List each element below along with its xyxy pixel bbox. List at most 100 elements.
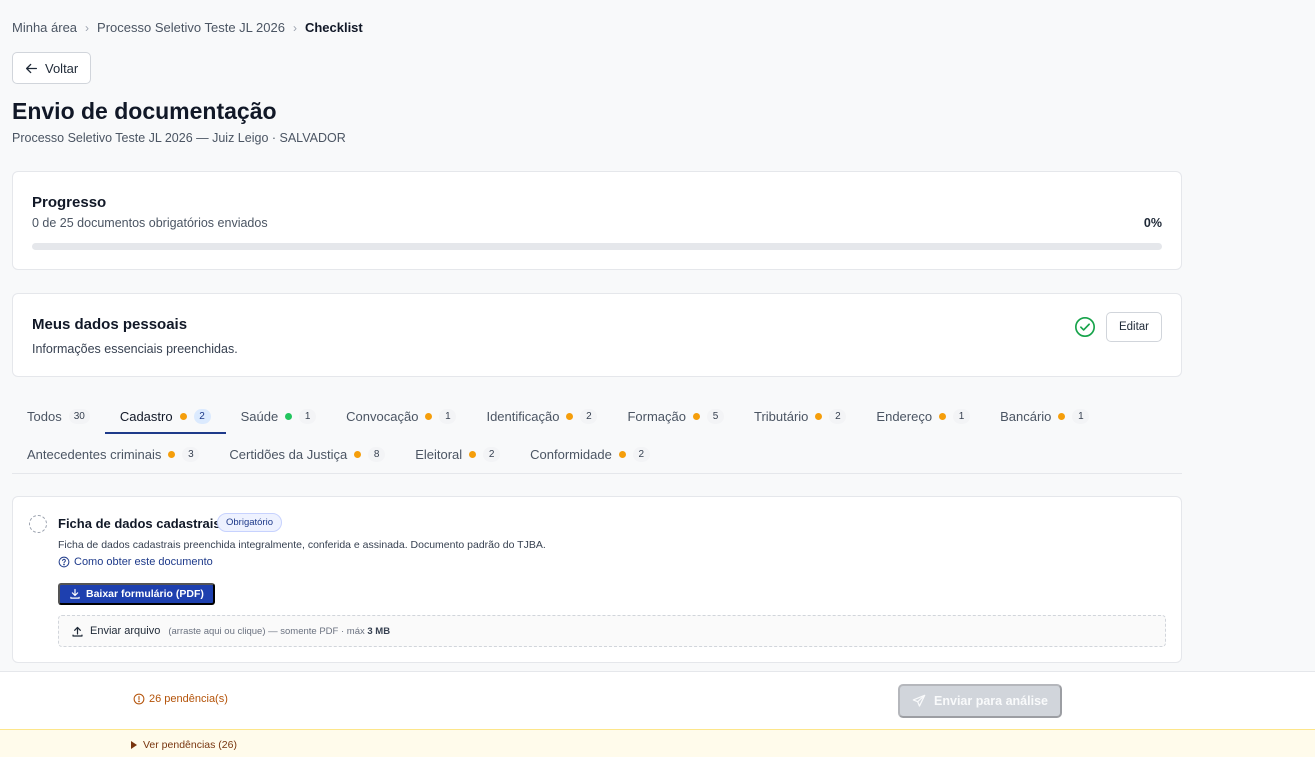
alert-circle-icon	[133, 693, 145, 705]
tab-endereco[interactable]: Endereço 1	[861, 398, 985, 434]
tab-count-badge: 1	[299, 408, 317, 424]
page-subtitle: Processo Seletivo Teste JL 2026 — Juiz L…	[12, 131, 346, 145]
tab-count-badge: 30	[68, 408, 90, 424]
upload-icon	[72, 626, 83, 637]
progress-title: Progresso	[32, 194, 107, 211]
status-dot-icon	[425, 412, 433, 420]
tab-label: Identificação	[486, 408, 560, 424]
progress-card: Progresso 0 de 25 documentos obrigatório…	[12, 171, 1182, 270]
upload-label: Enviar arquivo	[90, 625, 161, 637]
status-dot-icon	[285, 412, 293, 420]
pending-count-label: 26 pendência(s)	[149, 693, 228, 705]
how-to-obtain-link[interactable]: Como obter este documento	[58, 556, 213, 568]
upload-dropzone[interactable]: Enviar arquivo (arraste aqui ou clique) …	[58, 615, 1166, 647]
download-form-label: Baixar formulário (PDF)	[86, 588, 204, 600]
chevron-right-icon: ›	[85, 20, 90, 35]
document-card: Ficha de dados cadastrais Obrigatório Fi…	[12, 496, 1182, 663]
status-dot-icon	[168, 450, 176, 458]
tab-count-badge: 1	[953, 408, 971, 424]
tab-todos[interactable]: Todos 30	[12, 398, 105, 434]
tab-label: Formação	[627, 408, 686, 424]
tab-label: Endereço	[876, 408, 933, 424]
show-pending-toggle[interactable]: Ver pendências (26)	[131, 739, 237, 751]
tab-count-badge: 3	[182, 446, 200, 462]
tab-count-badge: 1	[439, 408, 457, 424]
breadcrumb: Minha área › Processo Seletivo Teste JL …	[12, 20, 363, 35]
tab-tributario[interactable]: Tributário 2	[739, 398, 861, 434]
check-circle-icon	[1075, 317, 1095, 337]
tab-count-badge: 8	[368, 446, 386, 462]
back-button-label: Voltar	[45, 60, 79, 76]
tab-count-badge: 2	[580, 408, 598, 424]
tabs-row-2: Antecedentes criminais 3 Certidões da Just…	[12, 436, 665, 472]
status-dot-icon	[469, 450, 477, 458]
status-dot-icon	[939, 412, 947, 420]
tab-label: Eleitoral	[415, 446, 463, 462]
send-for-review-label: Enviar para análise	[934, 694, 1048, 708]
breadcrumb-item-home[interactable]: Minha área	[12, 20, 77, 35]
personal-data-description: Informações essenciais preenchidas.	[32, 342, 238, 356]
send-for-review-button[interactable]: Enviar para análise	[898, 684, 1062, 718]
personal-data-title: Meus dados pessoais	[32, 316, 188, 333]
tab-saude[interactable]: Saúde 1	[226, 398, 332, 434]
status-dot-icon	[1058, 412, 1066, 420]
progress-percent: 0%	[1143, 216, 1162, 230]
tab-formacao[interactable]: Formação 5	[612, 398, 739, 434]
tab-convocacao[interactable]: Convocação 1	[331, 398, 471, 434]
download-icon	[70, 588, 80, 599]
pending-list-bar: Ver pendências (26)	[0, 729, 1315, 757]
status-dot-icon	[618, 450, 626, 458]
document-description: Ficha de dados cadastrais preenchida int…	[58, 539, 546, 551]
tab-eleitoral[interactable]: Eleitoral 2	[400, 436, 515, 472]
tab-label: Tributário	[753, 408, 809, 424]
tab-label: Convocação	[346, 408, 419, 424]
submit-footer: 26 pendência(s) Enviar para análise	[0, 671, 1315, 729]
caret-right-icon	[131, 741, 137, 749]
tab-label: Saúde	[240, 408, 279, 424]
tab-count-badge: 5	[706, 408, 724, 424]
tab-count-badge: 2	[193, 408, 211, 424]
download-form-button[interactable]: Baixar formulário (PDF)	[58, 583, 215, 605]
tab-count-badge: 1	[1072, 408, 1090, 424]
tab-identificacao[interactable]: Identificação 2	[471, 398, 612, 434]
tab-conformidade[interactable]: Conformidade 2	[515, 436, 665, 472]
status-dot-icon	[354, 450, 362, 458]
tab-label: Todos	[27, 408, 62, 424]
progress-description: 0 de 25 documentos obrigatórios enviados	[32, 216, 268, 230]
tab-count-badge: 2	[632, 446, 650, 462]
back-button[interactable]: Voltar	[12, 52, 92, 84]
tab-label: Cadastro	[119, 408, 173, 424]
tab-label: Certidões da Justiça	[229, 446, 348, 462]
edit-personal-data-button[interactable]: Editar	[1105, 312, 1162, 342]
category-tabs: Todos 30 Cadastro 2 Saúde 1 Convocação 1 Identif…	[12, 398, 1182, 474]
tab-cadastro[interactable]: Cadastro 2	[104, 398, 226, 434]
document-title: Ficha de dados cadastrais	[58, 516, 221, 531]
tab-bancario[interactable]: Bancário 1	[985, 398, 1104, 434]
upload-hint: (arraste aqui ou clique) — somente PDF ·…	[168, 625, 391, 637]
tabs-row-1: Todos 30 Cadastro 2 Saúde 1 Convocação 1 Identif…	[12, 398, 1104, 434]
page-title: Envio de documentação	[12, 98, 277, 124]
tab-certidoes-da-justica[interactable]: Certidões da Justiça 8	[214, 436, 400, 472]
tab-count-badge: 2	[483, 446, 501, 462]
help-circle-icon	[58, 556, 70, 568]
status-dot-icon	[179, 412, 187, 420]
status-dot-icon	[692, 412, 700, 420]
send-icon	[912, 694, 926, 707]
status-dot-icon	[566, 412, 574, 420]
upload-max-size: 3 MB	[367, 625, 391, 637]
tab-antecedentes-criminais[interactable]: Antecedentes criminais 3	[12, 436, 214, 472]
show-pending-label: Ver pendências (26)	[143, 739, 237, 751]
pending-status-icon	[29, 515, 47, 533]
how-to-obtain-label: Como obter este documento	[74, 556, 213, 568]
breadcrumb-item-current: Checklist	[304, 20, 363, 35]
tab-label: Antecedentes criminais	[27, 446, 162, 462]
tab-count-badge: 2	[829, 408, 847, 424]
tab-label: Bancário	[1000, 408, 1052, 424]
arrow-left-icon	[25, 63, 38, 73]
breadcrumb-item-process[interactable]: Processo Seletivo Teste JL 2026	[97, 20, 285, 35]
pending-count: 26 pendência(s)	[133, 693, 228, 705]
personal-data-card: Meus dados pessoais Informações essencia…	[12, 293, 1182, 377]
status-dot-icon	[815, 412, 823, 420]
tab-label: Conformidade	[530, 446, 612, 462]
chevron-right-icon: ›	[292, 20, 297, 35]
